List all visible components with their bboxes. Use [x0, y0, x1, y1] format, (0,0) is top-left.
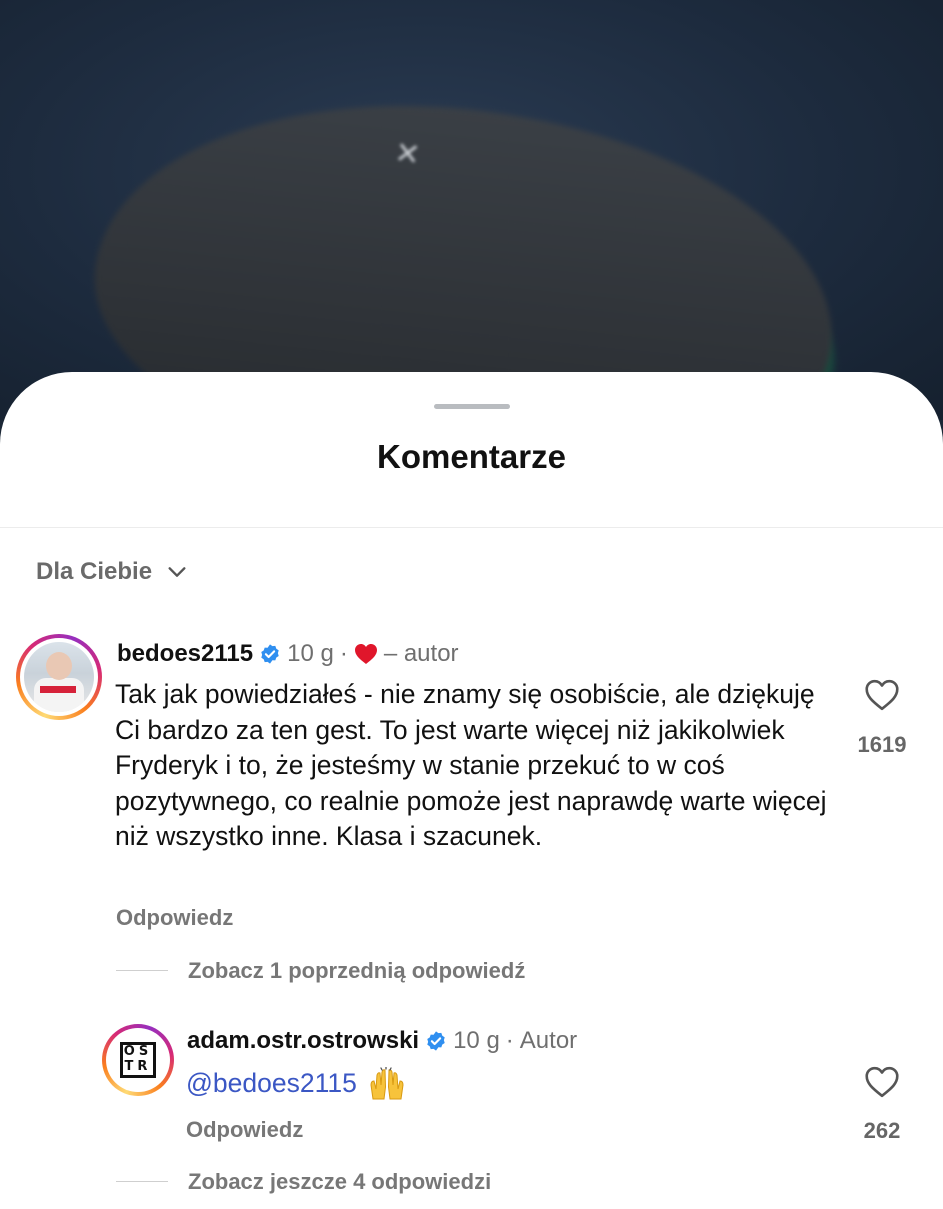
verified-badge-icon: [427, 1031, 445, 1051]
sheet-grabber[interactable]: [434, 404, 510, 409]
reply-button[interactable]: Odpowiedz: [116, 905, 233, 931]
avatar-image: OS TR: [110, 1032, 166, 1088]
replies-divider-line: [116, 970, 168, 971]
view-more-replies-button[interactable]: Zobacz jeszcze 4 odpowiedzi: [188, 1169, 491, 1195]
background-photo: ✕: [0, 0, 943, 420]
replies-divider-line: [116, 1181, 168, 1182]
header-divider: [0, 527, 943, 528]
like-count: 262: [863, 1118, 901, 1143]
view-previous-replies-button[interactable]: Zobacz 1 poprzednią odpowiedź: [188, 958, 525, 984]
sort-label: Dla Ciebie: [36, 558, 153, 585]
comment-text: Tak jak powiedziałeś - nie znamy się oso…: [115, 679, 827, 851]
comments-sheet: Komentarze Dla Ciebie bedoes2115 10 g · …: [0, 372, 943, 1209]
heart-filled-icon: [354, 644, 377, 664]
logo-text-top: OS: [123, 1044, 153, 1059]
comment-time: 10 g: [287, 640, 334, 667]
comment-username[interactable]: bedoes2115: [117, 640, 253, 668]
meta-separator: ·: [505, 1027, 514, 1054]
mention-link[interactable]: @bedoes2115: [186, 1066, 357, 1101]
meta-separator: ·: [339, 640, 348, 667]
chevron-down-icon: [168, 567, 186, 577]
ostr-logo: OS TR: [120, 1042, 156, 1078]
verified-badge-icon: [261, 644, 279, 664]
comment-meta: bedoes2115 10 g · – autor: [117, 640, 459, 668]
avatar-image: [24, 642, 94, 712]
comment-meta: adam.ostr.ostrowski 10 g · Autor: [187, 1027, 577, 1055]
comment-time: 10 g: [453, 1027, 500, 1054]
author-tag: Autor: [519, 1027, 578, 1054]
heart-outline-icon[interactable]: [864, 1066, 900, 1098]
logo-text-bottom: TR: [124, 1059, 152, 1074]
avatar[interactable]: OS TR: [102, 1024, 174, 1096]
comment-username[interactable]: adam.ostr.ostrowski: [187, 1027, 419, 1055]
heart-outline-icon[interactable]: [864, 679, 900, 711]
raising-hands-emoji: [370, 1066, 404, 1099]
like-count: 1619: [857, 732, 907, 757]
avatar[interactable]: [16, 634, 102, 720]
sort-dropdown[interactable]: Dla Ciebie: [36, 558, 188, 586]
creator-liked-tag: – autor: [383, 640, 459, 667]
sheet-title: Komentarze: [377, 438, 566, 475]
photo-cap: [78, 72, 852, 420]
reply-button[interactable]: Odpowiedz: [186, 1117, 303, 1143]
comment-text: @bedoes2115: [186, 1066, 407, 1101]
